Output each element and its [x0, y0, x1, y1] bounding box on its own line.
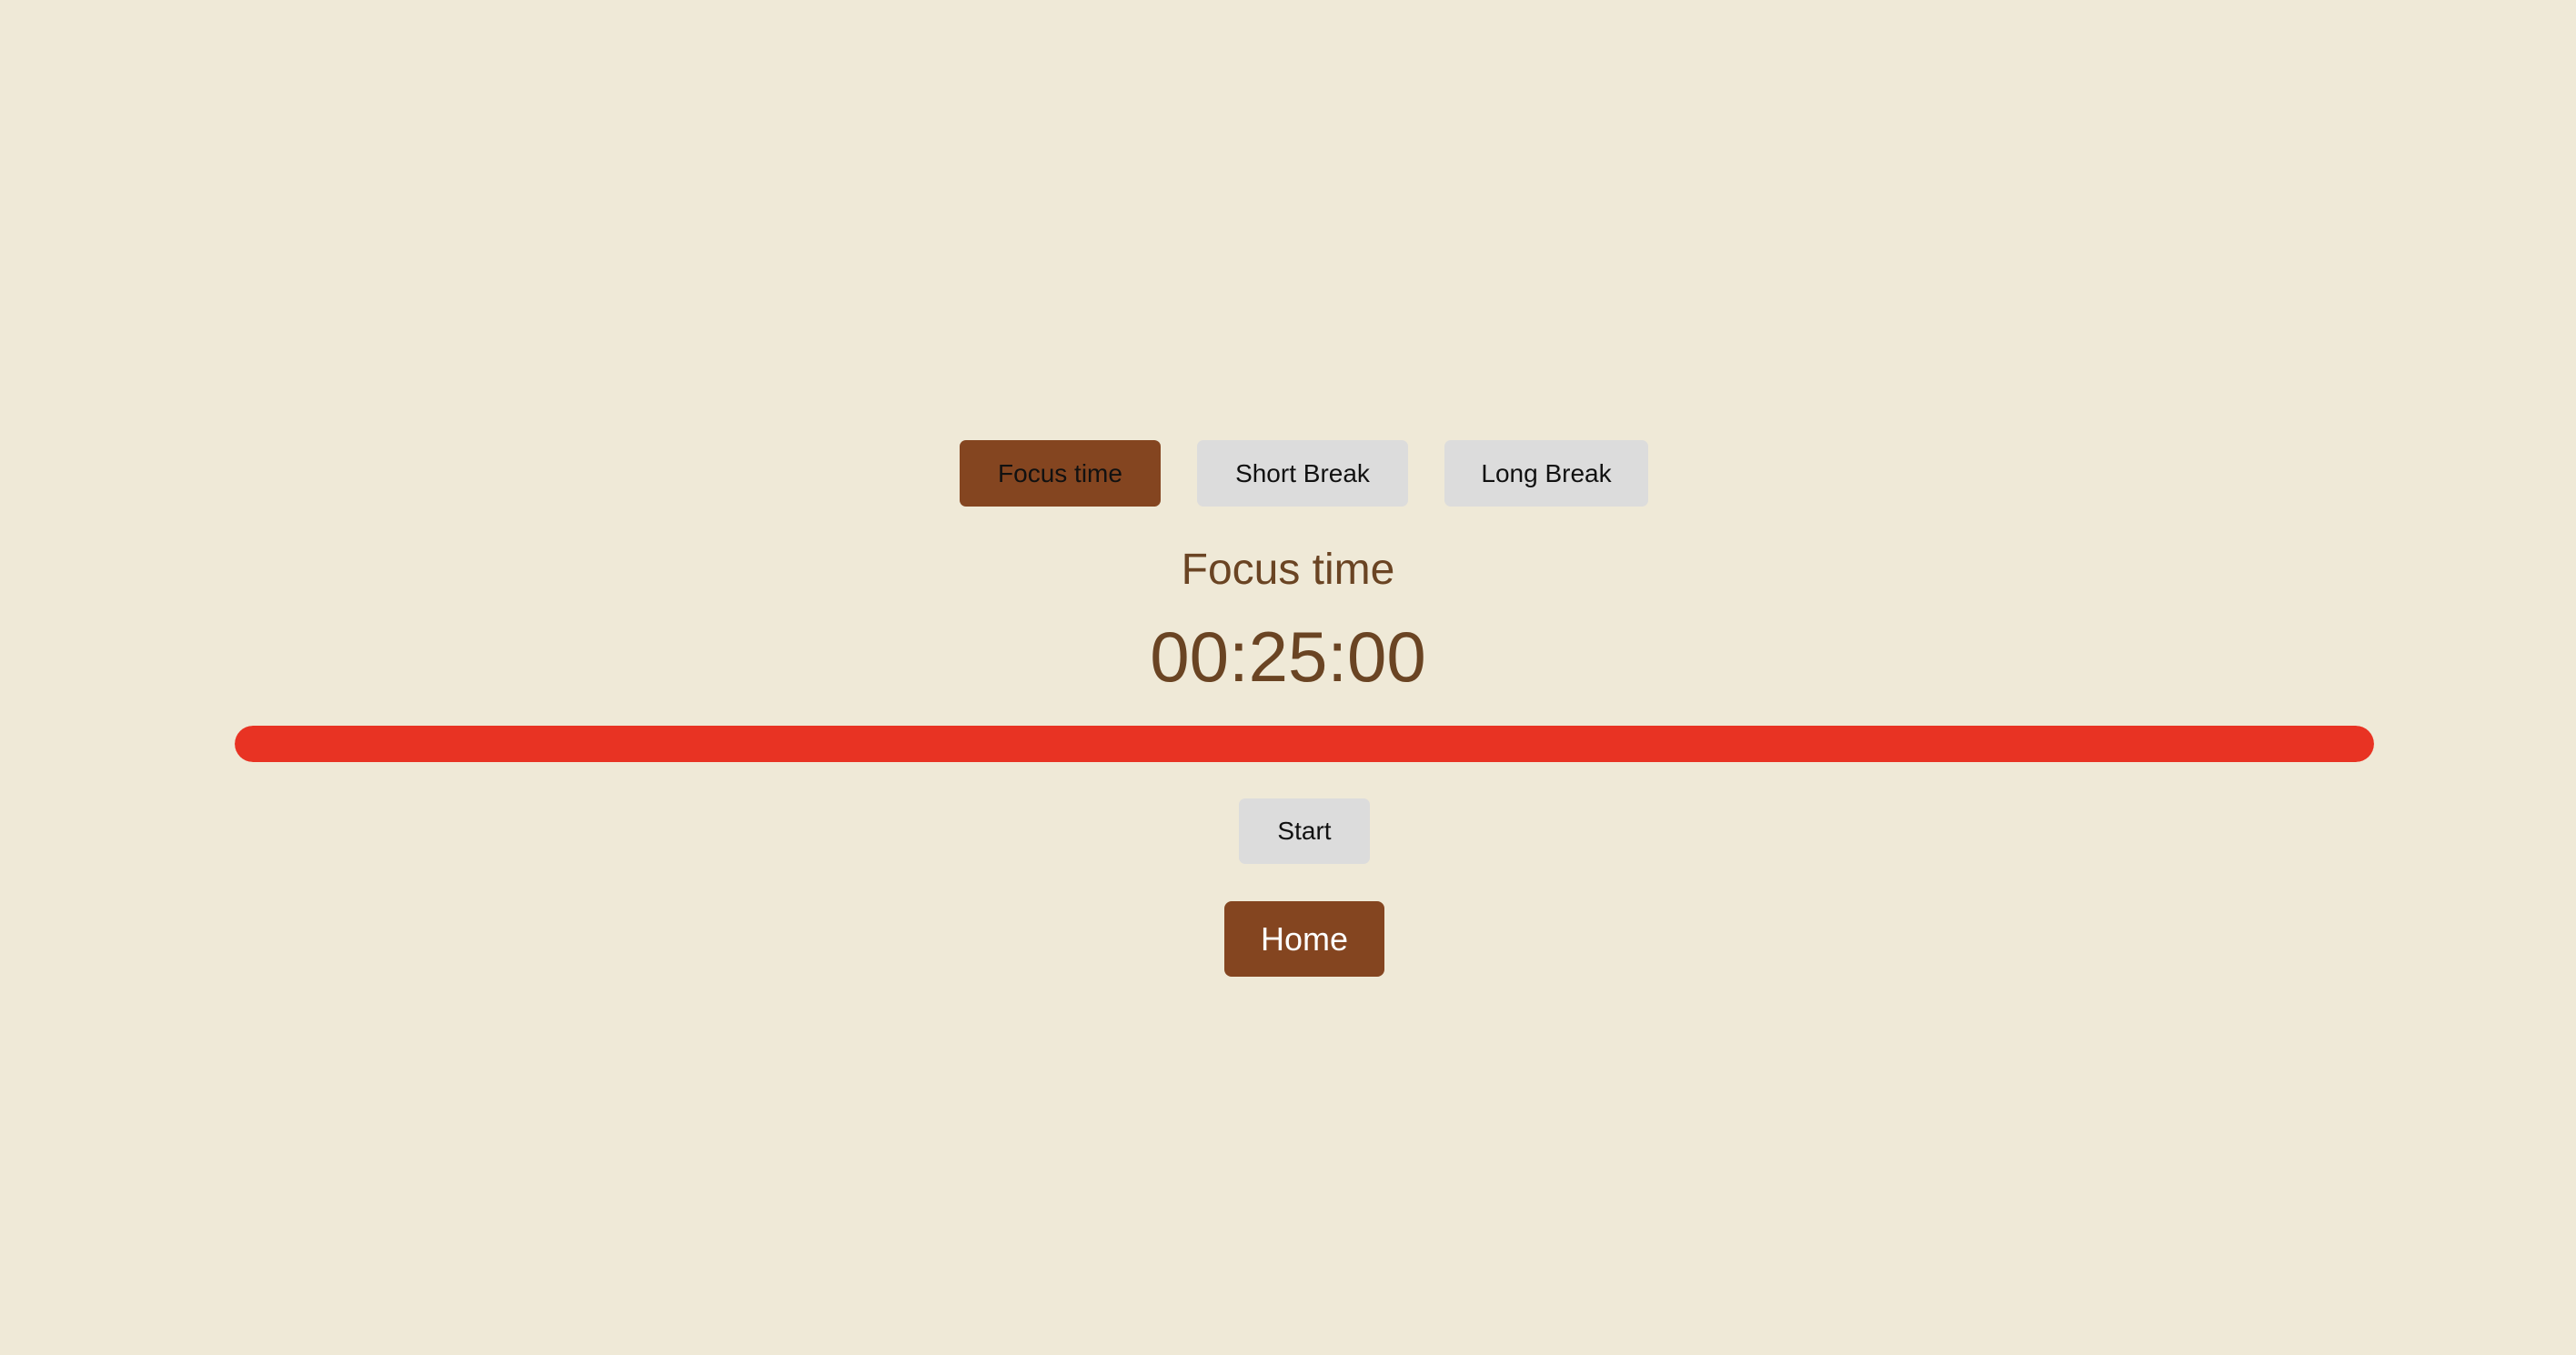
mode-title: Focus time	[1181, 546, 1395, 594]
tab-long-break[interactable]: Long Break	[1444, 440, 1648, 507]
mode-tabs: Focus time Short Break Long Break	[0, 440, 2576, 507]
tab-focus-time[interactable]: Focus time	[960, 440, 1161, 507]
progress-bar	[235, 726, 2374, 762]
timer-display: 00:25:00	[1150, 617, 1426, 697]
start-button[interactable]: Start	[1239, 798, 1370, 864]
tab-short-break[interactable]: Short Break	[1197, 440, 1408, 507]
pomodoro-app: Focus time Short Break Long Break Focus …	[0, 0, 2576, 1355]
home-button[interactable]: Home	[1224, 901, 1384, 977]
progress-fill	[235, 726, 2374, 762]
